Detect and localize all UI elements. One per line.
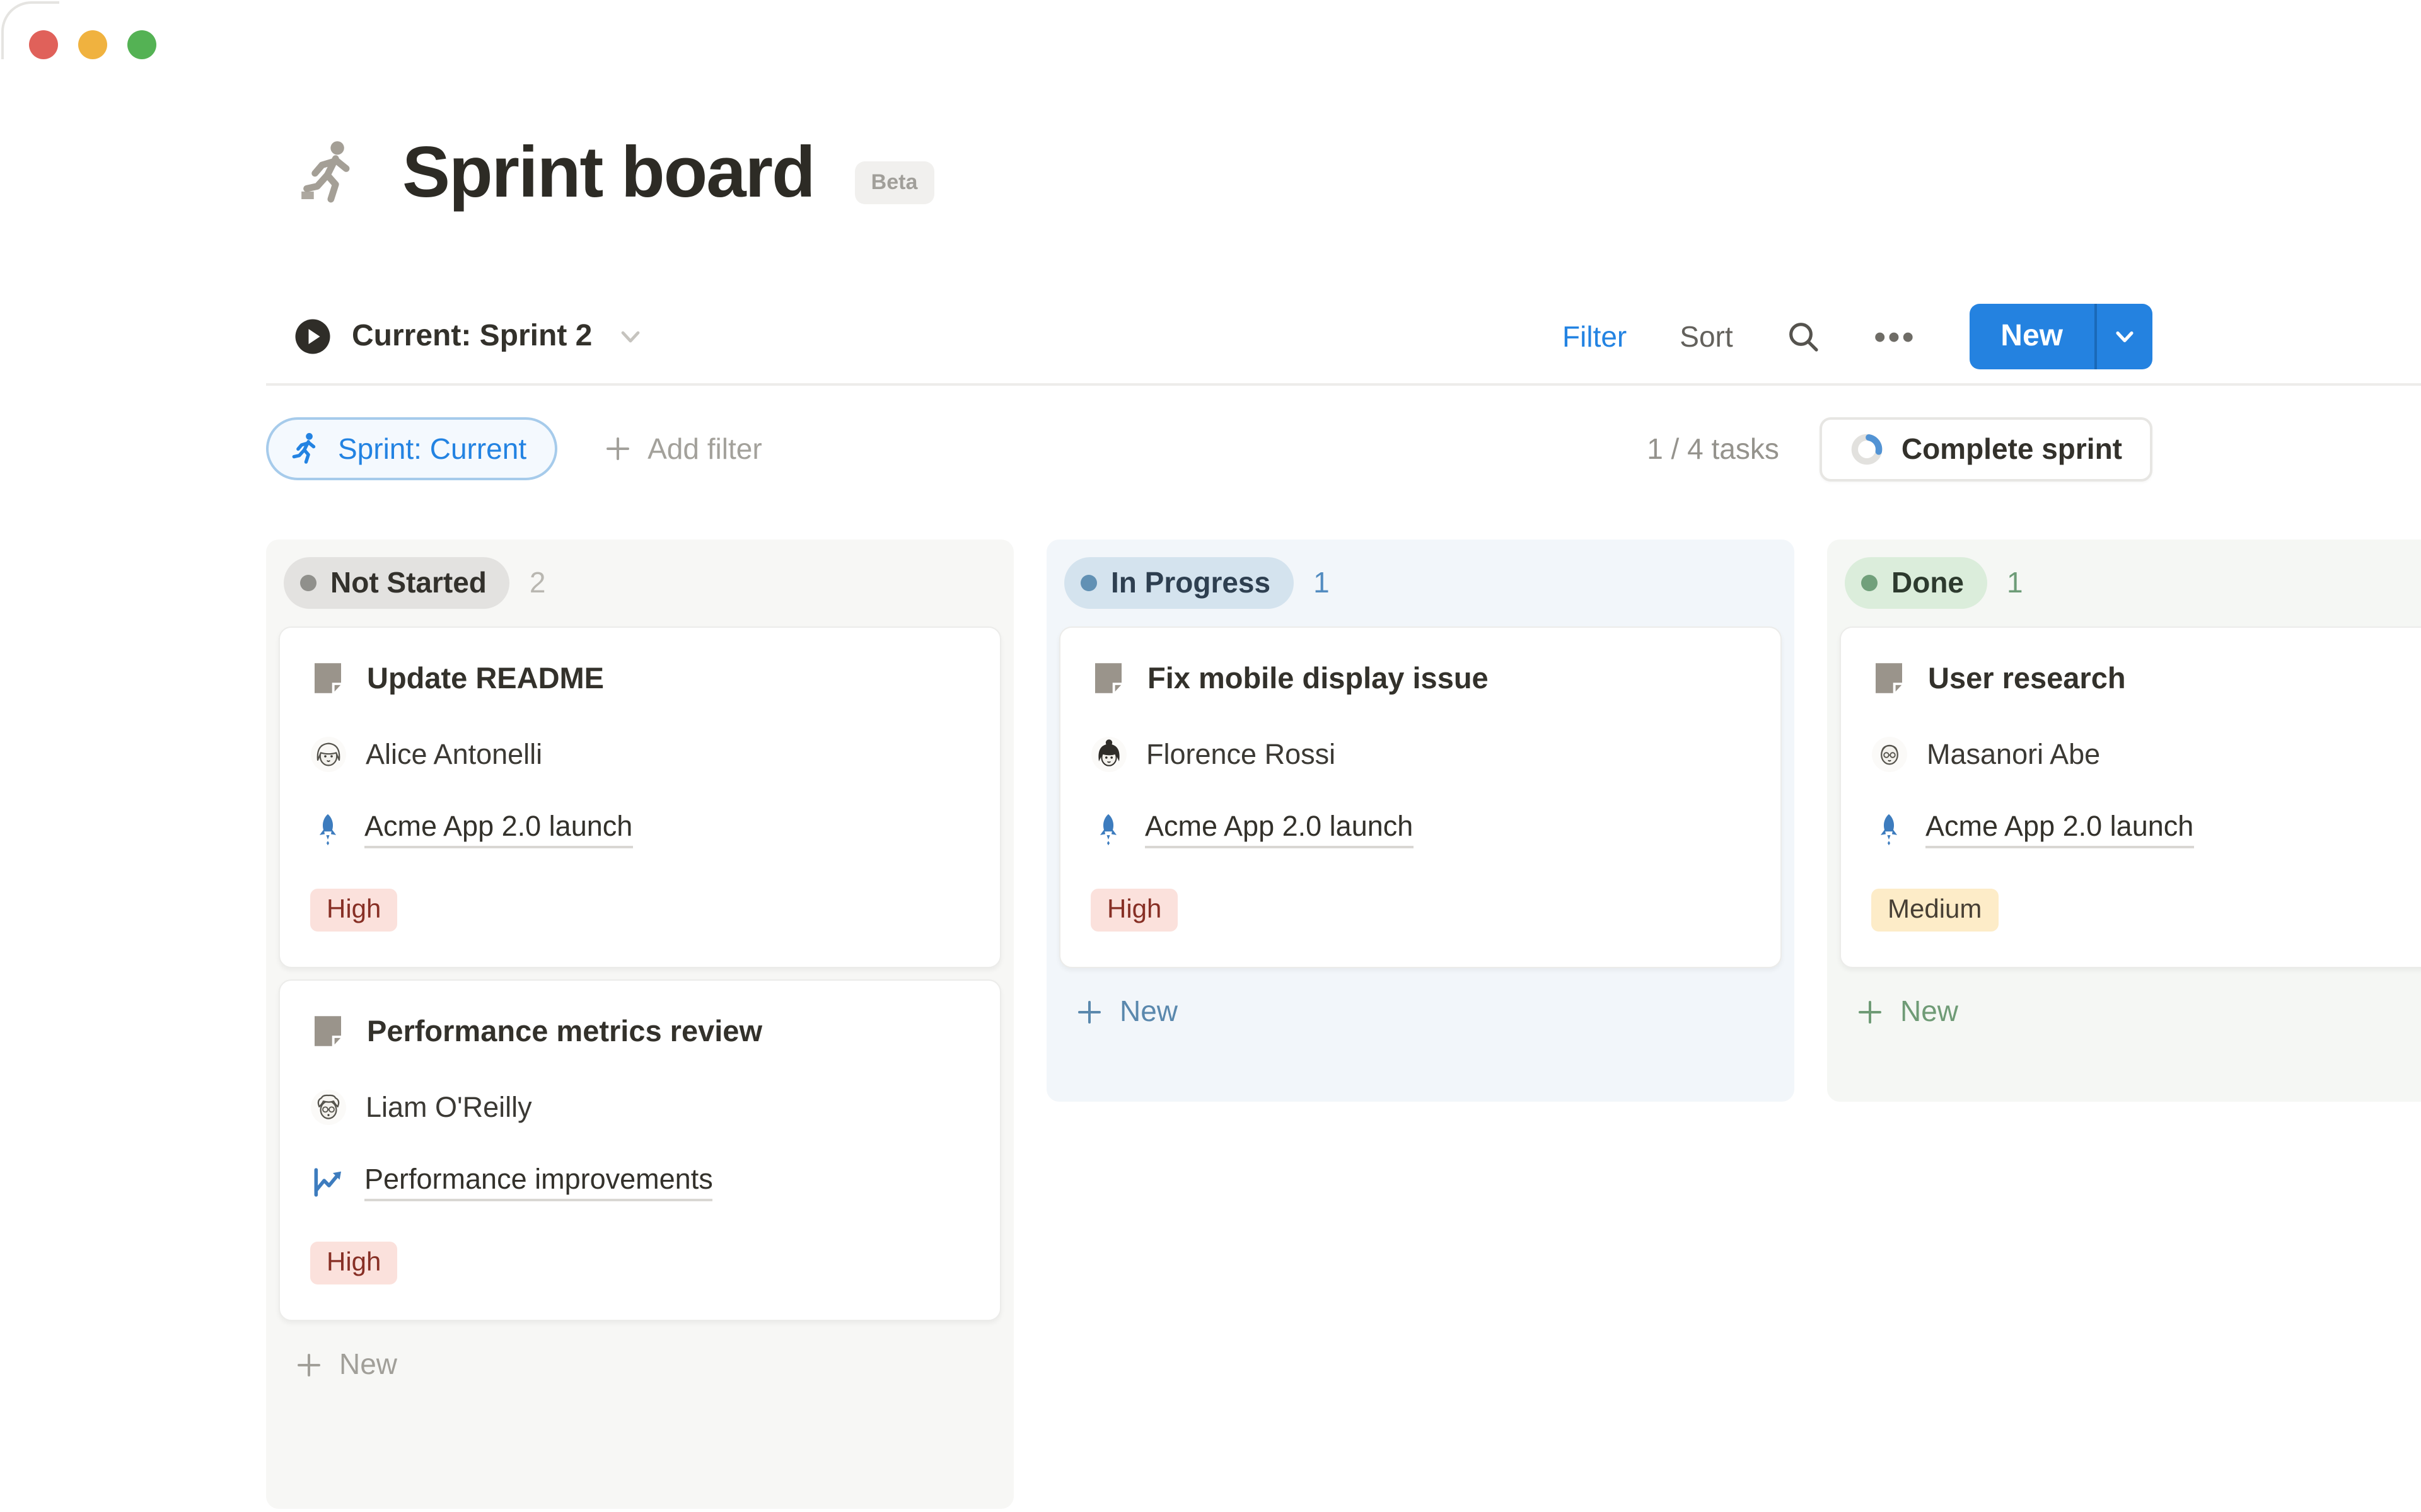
project-link[interactable]: Acme App 2.0 launch [364,811,632,848]
add-filter-button[interactable]: Add filter [602,432,762,466]
page-icon [1871,661,1907,696]
beta-badge: Beta [855,161,934,204]
column-count: 1 [2007,566,2023,600]
sprint-board-window: Sprint board Beta Current: Sprint 2 Filt… [0,0,2421,1512]
new-button[interactable]: New [1969,304,2152,369]
runner-icon [287,431,323,466]
more-options-icon[interactable]: ••• [1874,317,1917,356]
status-label: Not Started [330,566,487,600]
add-card-button[interactable]: New [1840,979,2421,1044]
card-title: Performance metrics review [367,1014,762,1048]
runner-icon [294,137,364,208]
filter-bar-right: 1 / 4 tasks Complete sprint [1647,417,2152,481]
status-label: Done [1891,566,1964,600]
assignee-name: Liam O'Reilly [366,1091,532,1124]
progress-ring-icon [1850,432,1884,466]
column-count: 2 [530,566,546,600]
plus-icon [294,1349,324,1380]
toolbar-divider [266,383,2421,386]
avatar [1871,736,1908,773]
add-filter-label: Add filter [647,432,762,466]
priority-badge: Medium [1871,889,1998,932]
view-label: Current: Sprint 2 [352,319,592,354]
toolbar: Current: Sprint 2 Filter Sort ••• New [294,303,2152,371]
kanban-board: Not Started 2 Update README [266,540,2421,1509]
traffic-lights [29,30,156,59]
task-count: 1 / 4 tasks [1647,432,1779,466]
chevron-down-icon [2111,323,2139,350]
card-title: Fix mobile display issue [1147,661,1489,695]
sprint-view-switcher[interactable]: Current: Sprint 2 [294,318,645,355]
page-icon [1091,661,1126,696]
card-title: Update README [367,661,604,695]
column-header: Not Started 2 [279,555,1001,626]
project-link[interactable]: Acme App 2.0 launch [1145,811,1413,848]
assignee-name: Alice Antonelli [366,738,542,771]
toolbar-actions: Filter Sort ••• New [1562,304,2152,369]
task-card[interactable]: Fix mobile display issue Florence Rossi [1059,626,1782,968]
status-dot [1081,575,1097,591]
column-header: In Progress 1 [1059,555,1782,626]
priority-badge: High [310,889,397,932]
column-header: Done 1 [1840,555,2421,626]
rocket-icon [310,812,345,847]
task-card[interactable]: Update README Alice Antonelli [279,626,1001,968]
status-pill-not-started[interactable]: Not Started [284,557,509,609]
assignee-name: Florence Rossi [1146,738,1335,771]
card-title: User research [1928,661,2126,695]
filter-bar: Sprint: Current Add filter 1 / 4 tasks C… [266,408,2152,489]
filter-button[interactable]: Filter [1562,320,1627,354]
add-card-label: New [1120,995,1178,1029]
column-in-progress: In Progress 1 Fix mobile display issue [1047,540,1794,1102]
priority-badge: High [1091,889,1178,932]
chart-up-icon [310,1165,345,1200]
new-button-dropdown[interactable] [2094,304,2152,369]
add-card-button[interactable]: New [279,1332,1001,1397]
avatar [310,736,347,773]
assignee-name: Masanori Abe [1927,738,2100,771]
sprint-filter-chip[interactable]: Sprint: Current [266,417,557,480]
new-button-label[interactable]: New [1969,304,2094,369]
sprint-filter-label: Sprint: Current [338,432,526,466]
page-header: Sprint board Beta [294,131,934,214]
page-icon [310,661,345,696]
task-card[interactable]: Performance metrics review Liam O'Reilly [279,979,1001,1321]
status-pill-done[interactable]: Done [1845,557,1987,609]
complete-sprint-button[interactable]: Complete sprint [1820,417,2152,481]
plus-icon [1855,996,1885,1027]
task-card[interactable]: User research Masanori Abe [1840,626,2421,968]
project-link[interactable]: Performance improvements [364,1163,713,1201]
zoom-button[interactable] [127,30,156,59]
page-title: Sprint board [402,131,815,214]
avatar [310,1089,347,1126]
column-done: Done 1 User research [1827,540,2421,1102]
status-dot [1861,575,1878,591]
search-icon[interactable] [1786,319,1821,354]
add-card-label: New [1900,995,1958,1029]
status-label: In Progress [1111,566,1270,600]
column-not-started: Not Started 2 Update README [266,540,1014,1509]
rocket-icon [1871,812,1907,847]
add-card-label: New [339,1348,397,1382]
filter-bar-left: Sprint: Current Add filter [266,417,762,480]
sort-button[interactable]: Sort [1680,320,1733,354]
minimize-button[interactable] [78,30,107,59]
project-link[interactable]: Acme App 2.0 launch [1925,811,2193,848]
chevron-down-icon [615,321,645,352]
column-count: 1 [1313,566,1330,600]
page-icon [310,1013,345,1049]
plus-icon [602,434,632,464]
status-dot [300,575,316,591]
status-pill-in-progress[interactable]: In Progress [1064,557,1293,609]
close-button[interactable] [29,30,58,59]
play-icon [294,318,332,355]
rocket-icon [1091,812,1126,847]
complete-sprint-label: Complete sprint [1901,432,2122,466]
avatar [1091,736,1127,773]
priority-badge: High [310,1242,397,1284]
plus-icon [1074,996,1105,1027]
add-card-button[interactable]: New [1059,979,1782,1044]
